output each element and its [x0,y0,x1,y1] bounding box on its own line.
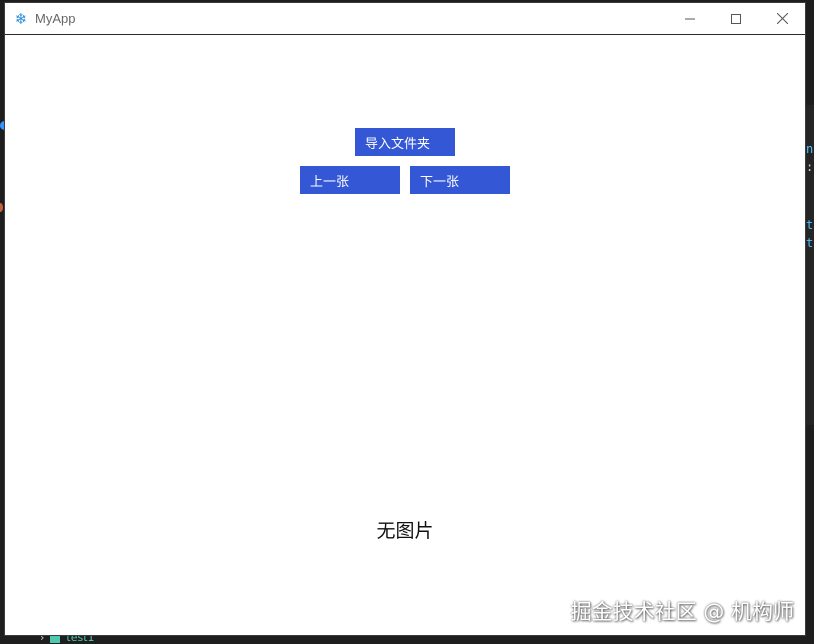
close-icon [776,13,788,24]
background-code-fragment: : [806,160,814,174]
background-code-fragment: t [806,218,814,232]
next-image-button[interactable]: 下一张 [410,166,510,194]
title-bar[interactable]: ❄ MyApp [5,3,805,35]
close-button[interactable] [759,3,805,34]
background-status-dot [0,203,3,212]
main-content: 导入文件夹 上一张 下一张 无图片 [5,35,805,635]
maximize-icon [731,13,741,24]
window-title: MyApp [35,11,76,26]
previous-image-button[interactable]: 上一张 [300,166,400,194]
maximize-button[interactable] [713,3,759,34]
minimize-button[interactable] [667,3,713,34]
watermark: 掘金技术社区 @ 机构师 [570,600,794,624]
snowflake-icon: ❄ [14,9,28,28]
background-code-fragment: n) [806,142,814,156]
app-window: ❄ MyApp 导入文件夹 上一张 下一张 无图片 [5,3,805,635]
minimize-icon [685,18,695,19]
import-folder-button[interactable]: 导入文件夹 [355,128,455,156]
background-code-fragment: t [806,236,814,250]
no-image-placeholder: 无图片 [376,520,434,542]
window-controls [667,3,805,34]
